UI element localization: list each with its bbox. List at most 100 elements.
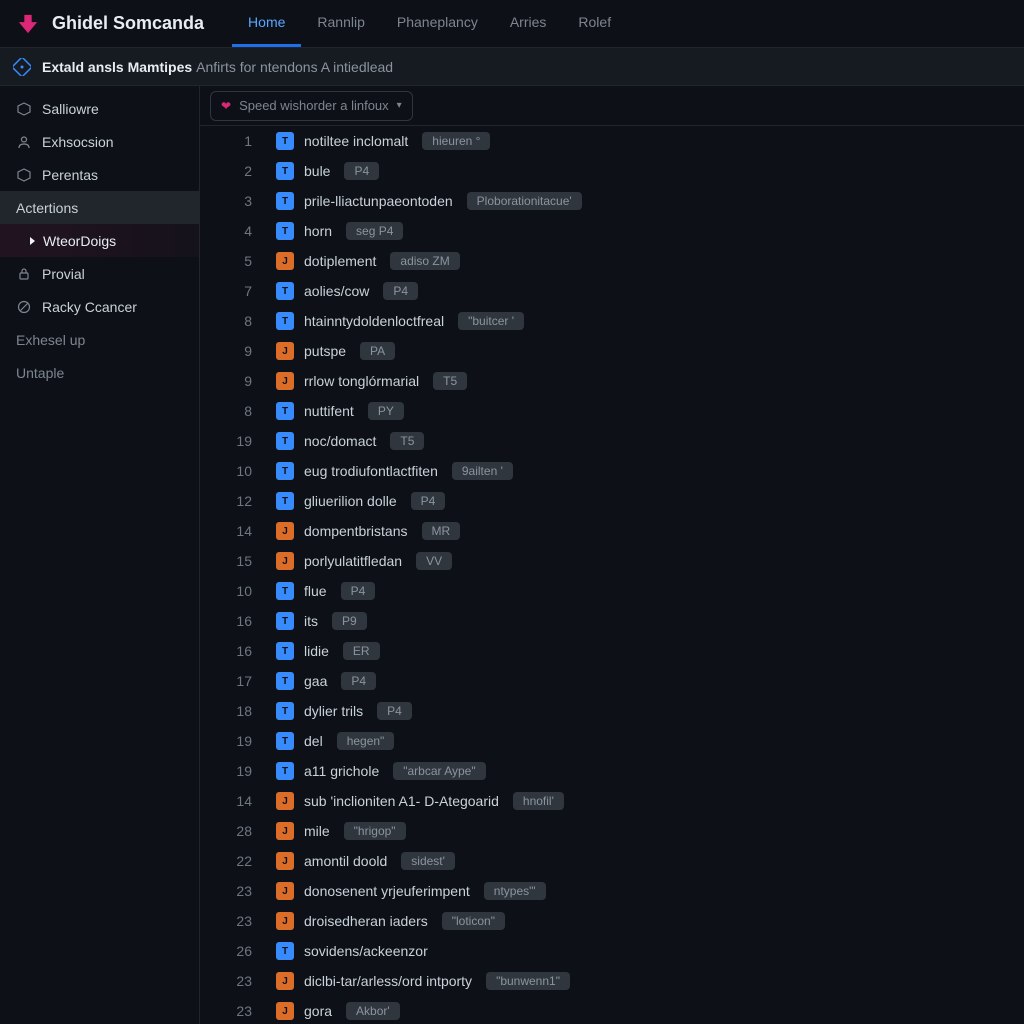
sidebar-item-exhesel-up[interactable]: Exhesel up bbox=[0, 323, 199, 356]
file-type-icon: T bbox=[276, 582, 294, 600]
file-type-icon: T bbox=[276, 732, 294, 750]
file-row[interactable]: 19Tdelhegen" bbox=[200, 726, 1024, 756]
file-row[interactable]: 16TitsP9 bbox=[200, 606, 1024, 636]
line-number: 17 bbox=[200, 673, 276, 689]
line-number: 8 bbox=[200, 403, 276, 419]
line-number: 23 bbox=[200, 913, 276, 929]
file-row[interactable]: 15JporlyulatitfledanVV bbox=[200, 546, 1024, 576]
file-row[interactable]: 19Ta11 grichole"arbcar Aype" bbox=[200, 756, 1024, 786]
line-number: 19 bbox=[200, 733, 276, 749]
file-badge: adiso ZM bbox=[390, 252, 459, 270]
hexagon-icon bbox=[16, 101, 32, 117]
header-tab-home[interactable]: Home bbox=[232, 0, 301, 47]
file-row[interactable]: 28Jmile"hrigop" bbox=[200, 816, 1024, 846]
file-row[interactable]: 8Thtainntydoldenloctfreal"buitcer ' bbox=[200, 306, 1024, 336]
file-name: amontil doold bbox=[304, 853, 387, 869]
file-type-icon: T bbox=[276, 462, 294, 480]
file-row[interactable]: 22Jamontil dooldsidest' bbox=[200, 846, 1024, 876]
logo-icon bbox=[16, 12, 40, 36]
file-badge: T5 bbox=[433, 372, 467, 390]
file-badge: "arbcar Aype" bbox=[393, 762, 485, 780]
file-row[interactable]: 23Jdiclbi-tar/arless/ord intporty"bunwen… bbox=[200, 966, 1024, 996]
file-badge: Ploborationitacue' bbox=[467, 192, 582, 210]
line-number: 15 bbox=[200, 553, 276, 569]
file-row[interactable]: 14Jsub 'inclioniten A1- D-Ategoaridhnofi… bbox=[200, 786, 1024, 816]
file-type-icon: T bbox=[276, 492, 294, 510]
file-row[interactable]: 7Taolies/cowP4 bbox=[200, 276, 1024, 306]
file-row[interactable]: 10TflueP4 bbox=[200, 576, 1024, 606]
file-badge: P4 bbox=[383, 282, 418, 300]
sidebar-item-perentas[interactable]: Perentas bbox=[0, 158, 199, 191]
file-row[interactable]: 8TnuttifentPY bbox=[200, 396, 1024, 426]
line-number: 10 bbox=[200, 583, 276, 599]
file-name: its bbox=[304, 613, 318, 629]
file-badge: "hrigop" bbox=[344, 822, 406, 840]
app-title: Ghidel Somcanda bbox=[52, 13, 204, 34]
sidebar-item-exhsocsion[interactable]: Exhsocsion bbox=[0, 125, 199, 158]
file-row[interactable]: 23Jdonosenent yrjeuferimpentntypes"' bbox=[200, 876, 1024, 906]
file-badge: MR bbox=[422, 522, 461, 540]
file-row[interactable]: 1Tnotiltee inclomalthieuren ° bbox=[200, 126, 1024, 156]
header-tab-phaneplancy[interactable]: Phaneplancy bbox=[381, 0, 494, 47]
header-tab-arries[interactable]: Arries bbox=[494, 0, 563, 47]
file-row[interactable]: 14JdompentbristansMR bbox=[200, 516, 1024, 546]
sidebar-item-label: Exhsocsion bbox=[42, 134, 114, 150]
file-row[interactable]: 12Tgliuerilion dolleP4 bbox=[200, 486, 1024, 516]
notice-bar: Extald ansls Mamtipes Anfirts for ntendo… bbox=[0, 48, 1024, 86]
speed-dropdown[interactable]: ❤ Speed wishorder a linfoux ▾ bbox=[210, 91, 413, 121]
sidebar-item-racky-ccancer[interactable]: Racky Ccancer bbox=[0, 290, 199, 323]
file-type-icon: J bbox=[276, 372, 294, 390]
file-row[interactable]: 9JputspePA bbox=[200, 336, 1024, 366]
chevron-down-icon: ▾ bbox=[397, 100, 402, 111]
header-bar: Ghidel Somcanda HomeRannlipPhaneplancyAr… bbox=[0, 0, 1024, 48]
file-badge: PY bbox=[368, 402, 404, 420]
file-type-icon: J bbox=[276, 822, 294, 840]
file-row[interactable]: 17TgaaP4 bbox=[200, 666, 1024, 696]
file-row[interactable]: 18Tdylier trilsP4 bbox=[200, 696, 1024, 726]
file-row[interactable]: 3Tprile-lliactunpaeontodenPloborationita… bbox=[200, 186, 1024, 216]
line-number: 14 bbox=[200, 793, 276, 809]
file-row[interactable]: 10Teug trodiufontlactfiten9ailten ' bbox=[200, 456, 1024, 486]
file-row[interactable]: 5Jdotiplementadiso ZM bbox=[200, 246, 1024, 276]
file-badge: "buitcer ' bbox=[458, 312, 524, 330]
file-badge: hnofil' bbox=[513, 792, 564, 810]
file-name: droisedheran iaders bbox=[304, 913, 428, 929]
file-type-icon: T bbox=[276, 192, 294, 210]
file-name: del bbox=[304, 733, 323, 749]
content-area: ❤ Speed wishorder a linfoux ▾ 1Tnotiltee… bbox=[200, 86, 1024, 1024]
file-badge: "loticon" bbox=[442, 912, 505, 930]
speed-toolbar: ❤ Speed wishorder a linfoux ▾ bbox=[200, 86, 1024, 126]
line-number: 26 bbox=[200, 943, 276, 959]
file-name: dylier trils bbox=[304, 703, 363, 719]
file-badge: P4 bbox=[341, 582, 376, 600]
file-row[interactable]: 2TbuleP4 bbox=[200, 156, 1024, 186]
file-type-icon: T bbox=[276, 132, 294, 150]
file-row[interactable]: 9Jrrlow tonglórmarialT5 bbox=[200, 366, 1024, 396]
file-row[interactable]: 23Jdroisedheran iaders"loticon" bbox=[200, 906, 1024, 936]
file-type-icon: J bbox=[276, 552, 294, 570]
sidebar-item-provial[interactable]: Provial bbox=[0, 257, 199, 290]
file-badge: ntypes"' bbox=[484, 882, 546, 900]
sidebar-item-label: Perentas bbox=[42, 167, 98, 183]
file-name: mile bbox=[304, 823, 330, 839]
sidebar-item-actertions[interactable]: Actertions bbox=[0, 191, 199, 224]
header-tab-rannlip[interactable]: Rannlip bbox=[301, 0, 380, 47]
file-row[interactable]: 16TlidieER bbox=[200, 636, 1024, 666]
line-number: 12 bbox=[200, 493, 276, 509]
file-row[interactable]: 26Tsovidens/ackeenzor bbox=[200, 936, 1024, 966]
file-type-icon: J bbox=[276, 882, 294, 900]
file-name: sovidens/ackeenzor bbox=[304, 943, 428, 959]
sidebar-item-untaple[interactable]: Untaple bbox=[0, 356, 199, 389]
sidebar-item-label: Exhesel up bbox=[16, 332, 85, 348]
file-badge: P4 bbox=[344, 162, 379, 180]
file-row[interactable]: 4Thornseg P4 bbox=[200, 216, 1024, 246]
sidebar-item-salliowre[interactable]: Salliowre bbox=[0, 92, 199, 125]
file-row[interactable]: 23JgoraAkbor' bbox=[200, 996, 1024, 1024]
line-number: 16 bbox=[200, 643, 276, 659]
header-tab-rolef[interactable]: Rolef bbox=[562, 0, 627, 47]
line-number: 7 bbox=[200, 283, 276, 299]
speed-label: Speed wishorder a linfoux bbox=[239, 98, 389, 113]
sidebar-item-wteordoigs[interactable]: WteorDoigs bbox=[0, 224, 199, 257]
notice-rest: Anfirts for ntendons A intiedlead bbox=[196, 59, 393, 75]
file-row[interactable]: 19Tnoc/domactT5 bbox=[200, 426, 1024, 456]
